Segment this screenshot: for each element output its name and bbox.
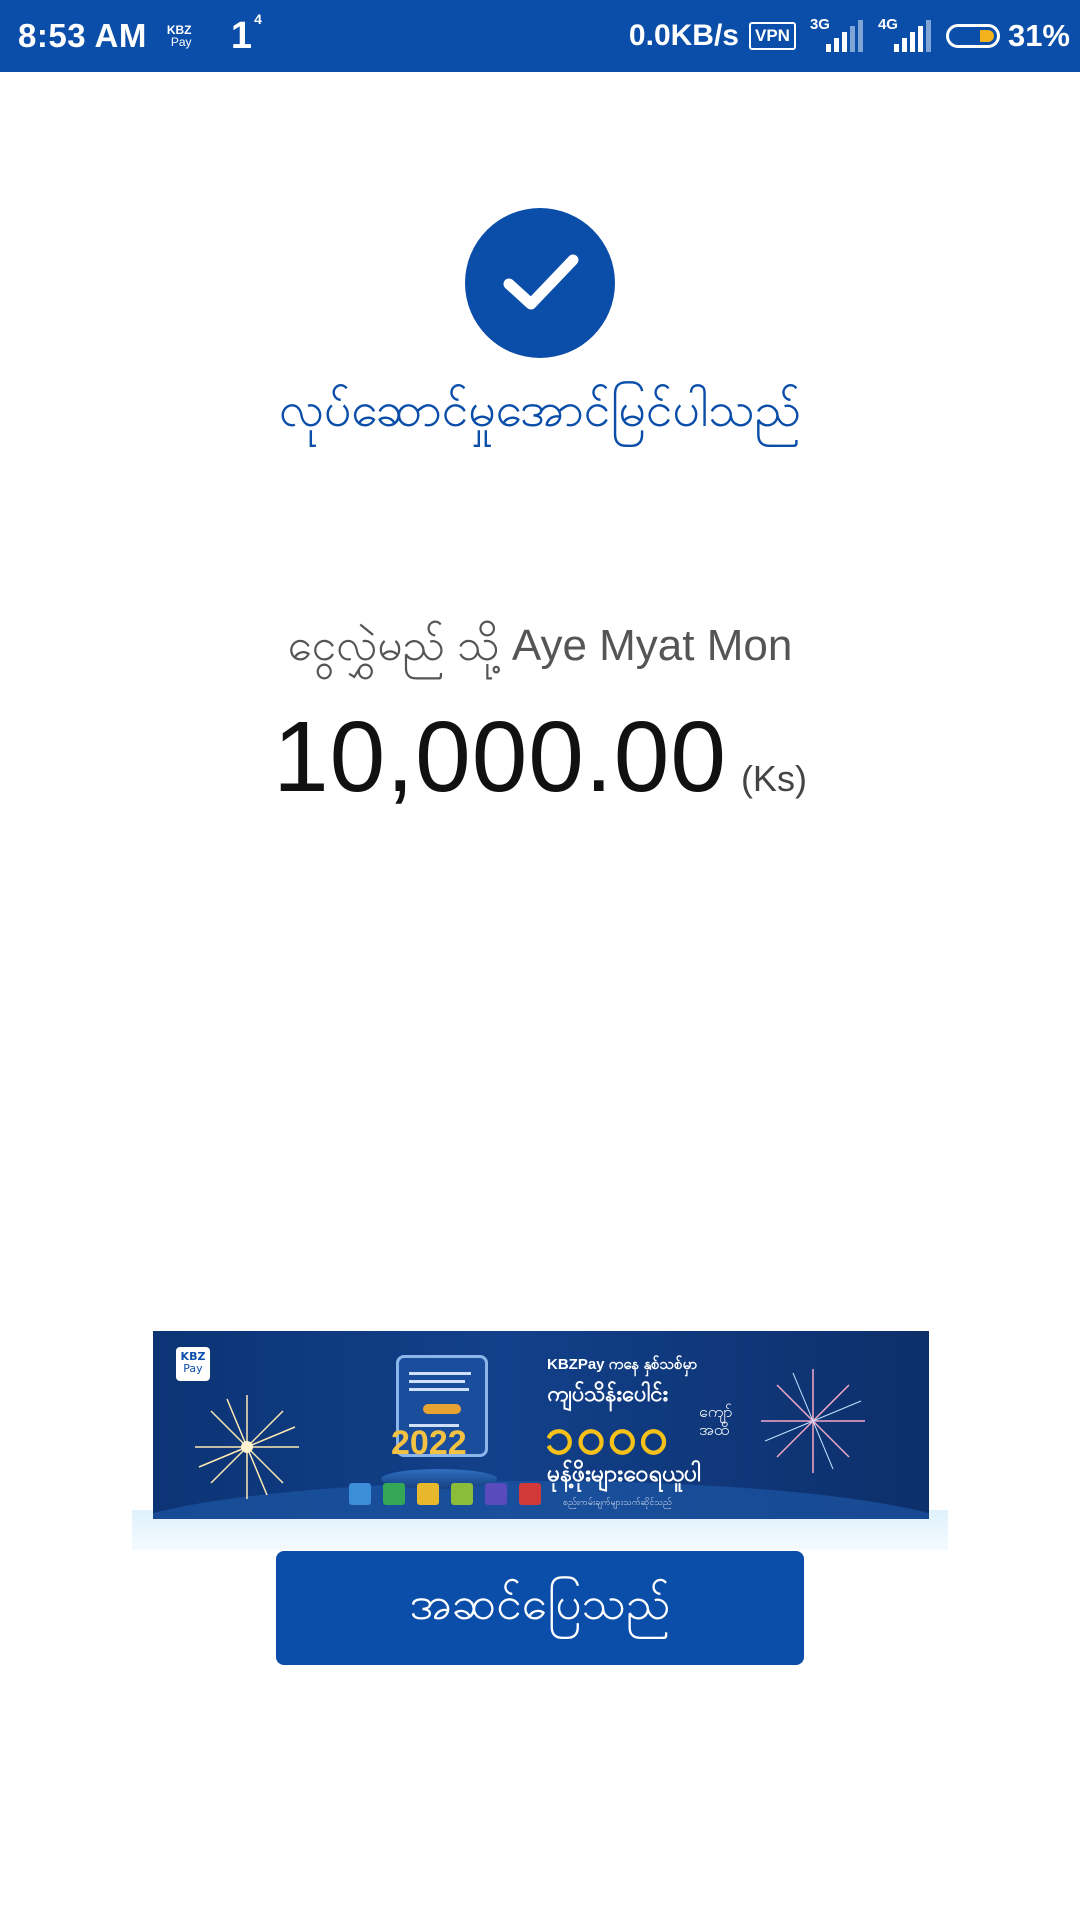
network-speed: 0.0KB/s	[628, 19, 739, 52]
banner-amount-unit-top: ကျော်	[699, 1402, 733, 1421]
phone-text-line	[409, 1380, 465, 1383]
sim1-network-type: 3G	[809, 16, 830, 33]
promo-banner[interactable]: KBZ Pay 2022 KBZPay ကနေ နှစ်သစ်မှာ ကျပ်သ…	[153, 1331, 929, 1519]
battery-icon	[945, 24, 1000, 48]
notification-count-value: 1	[230, 14, 252, 57]
signal-bar	[841, 32, 847, 52]
banner-year: 2022	[391, 1424, 467, 1462]
phone-text-line	[409, 1372, 471, 1375]
signal-bar	[925, 20, 931, 52]
signal-bar	[909, 32, 915, 52]
clock: 8:53 AM	[18, 17, 147, 54]
banner-amount-unit-bottom: အထိ	[699, 1420, 730, 1439]
recipient-line: ငွေလွှဲမည် သို့ Aye Myat Mon	[0, 618, 1080, 682]
battery-percent: 31%	[1007, 18, 1070, 53]
signal-bar	[849, 26, 855, 52]
gift-box-icon	[383, 1483, 405, 1505]
signal-sim1-icon: 3G	[810, 16, 866, 56]
status-bar-right: 0.0KB/s VPN 3G 4G 31%	[629, 0, 1080, 72]
signal-sim2-icon: 4G	[878, 16, 934, 56]
notification-count-sup: 4	[254, 10, 262, 27]
recipient-name: Aye Myat Mon	[511, 621, 793, 670]
status-bar-left: 8:53 AM KBZ Pay 14	[0, 0, 262, 72]
success-title: လုပ်ဆောင်မှုအောင်မြင်ပါသည်	[279, 382, 801, 438]
gift-box-icon	[485, 1483, 507, 1505]
battery-fill	[979, 30, 994, 42]
transfer-amount: 10,000.00	[273, 701, 727, 813]
gift-box-icon	[519, 1483, 541, 1505]
gift-box-icon	[417, 1483, 439, 1505]
status-bar: 8:53 AM KBZ Pay 14 0.0KB/s VPN 3G 4G 31%	[0, 0, 1080, 72]
gift-box-icon	[349, 1483, 371, 1505]
banner-heading: KBZPay ကနေ နှစ်သစ်မှာ	[547, 1356, 698, 1373]
signal-bar	[901, 38, 907, 52]
payment-success-screen: 8:53 AM KBZ Pay 14 0.0KB/s VPN 3G 4G 31%…	[0, 0, 1080, 1920]
signal-bar	[825, 44, 831, 52]
done-button[interactable]: အဆင်ပြေသည်	[276, 1551, 804, 1665]
phone-text-line	[409, 1388, 469, 1391]
signal-bar	[833, 38, 839, 52]
fireworks-right-icon	[761, 1369, 865, 1473]
currency-unit: (Ks)	[740, 758, 807, 799]
fireworks-left-icon	[195, 1395, 299, 1499]
sim2-network-type: 4G	[877, 16, 898, 33]
signal-bar	[857, 20, 863, 52]
vpn-icon: VPN	[748, 22, 796, 50]
kbzpay-notification-icon: KBZ Pay	[167, 20, 207, 52]
success-checkmark-icon	[465, 208, 615, 358]
signal-bar	[917, 26, 923, 52]
notification-count: 14	[230, 11, 262, 58]
amount-line: 10,000.00 (Ks)	[0, 700, 1080, 815]
banner-amount-unit: ကျော် အထိ	[699, 1403, 732, 1439]
phone-button	[423, 1404, 461, 1414]
kbzpay-logo-bottom: Pay	[183, 1362, 203, 1375]
kbzpay-notification-icon-bottom: Pay	[170, 35, 192, 49]
gift-box-icon	[451, 1483, 473, 1505]
recipient-prefix: ငွေလွှဲမည် သို့	[287, 621, 500, 670]
signal-bar	[893, 44, 899, 52]
checkmark-icon	[503, 254, 579, 310]
banner-line3: မုန့်ဖိုးများဝေရယူပါ	[547, 1461, 702, 1487]
banner-fine-print: စည်းကမ်းချက်များသက်ဆိုင်သည်	[563, 1498, 672, 1508]
kbzpay-logo: KBZ Pay	[176, 1347, 210, 1381]
